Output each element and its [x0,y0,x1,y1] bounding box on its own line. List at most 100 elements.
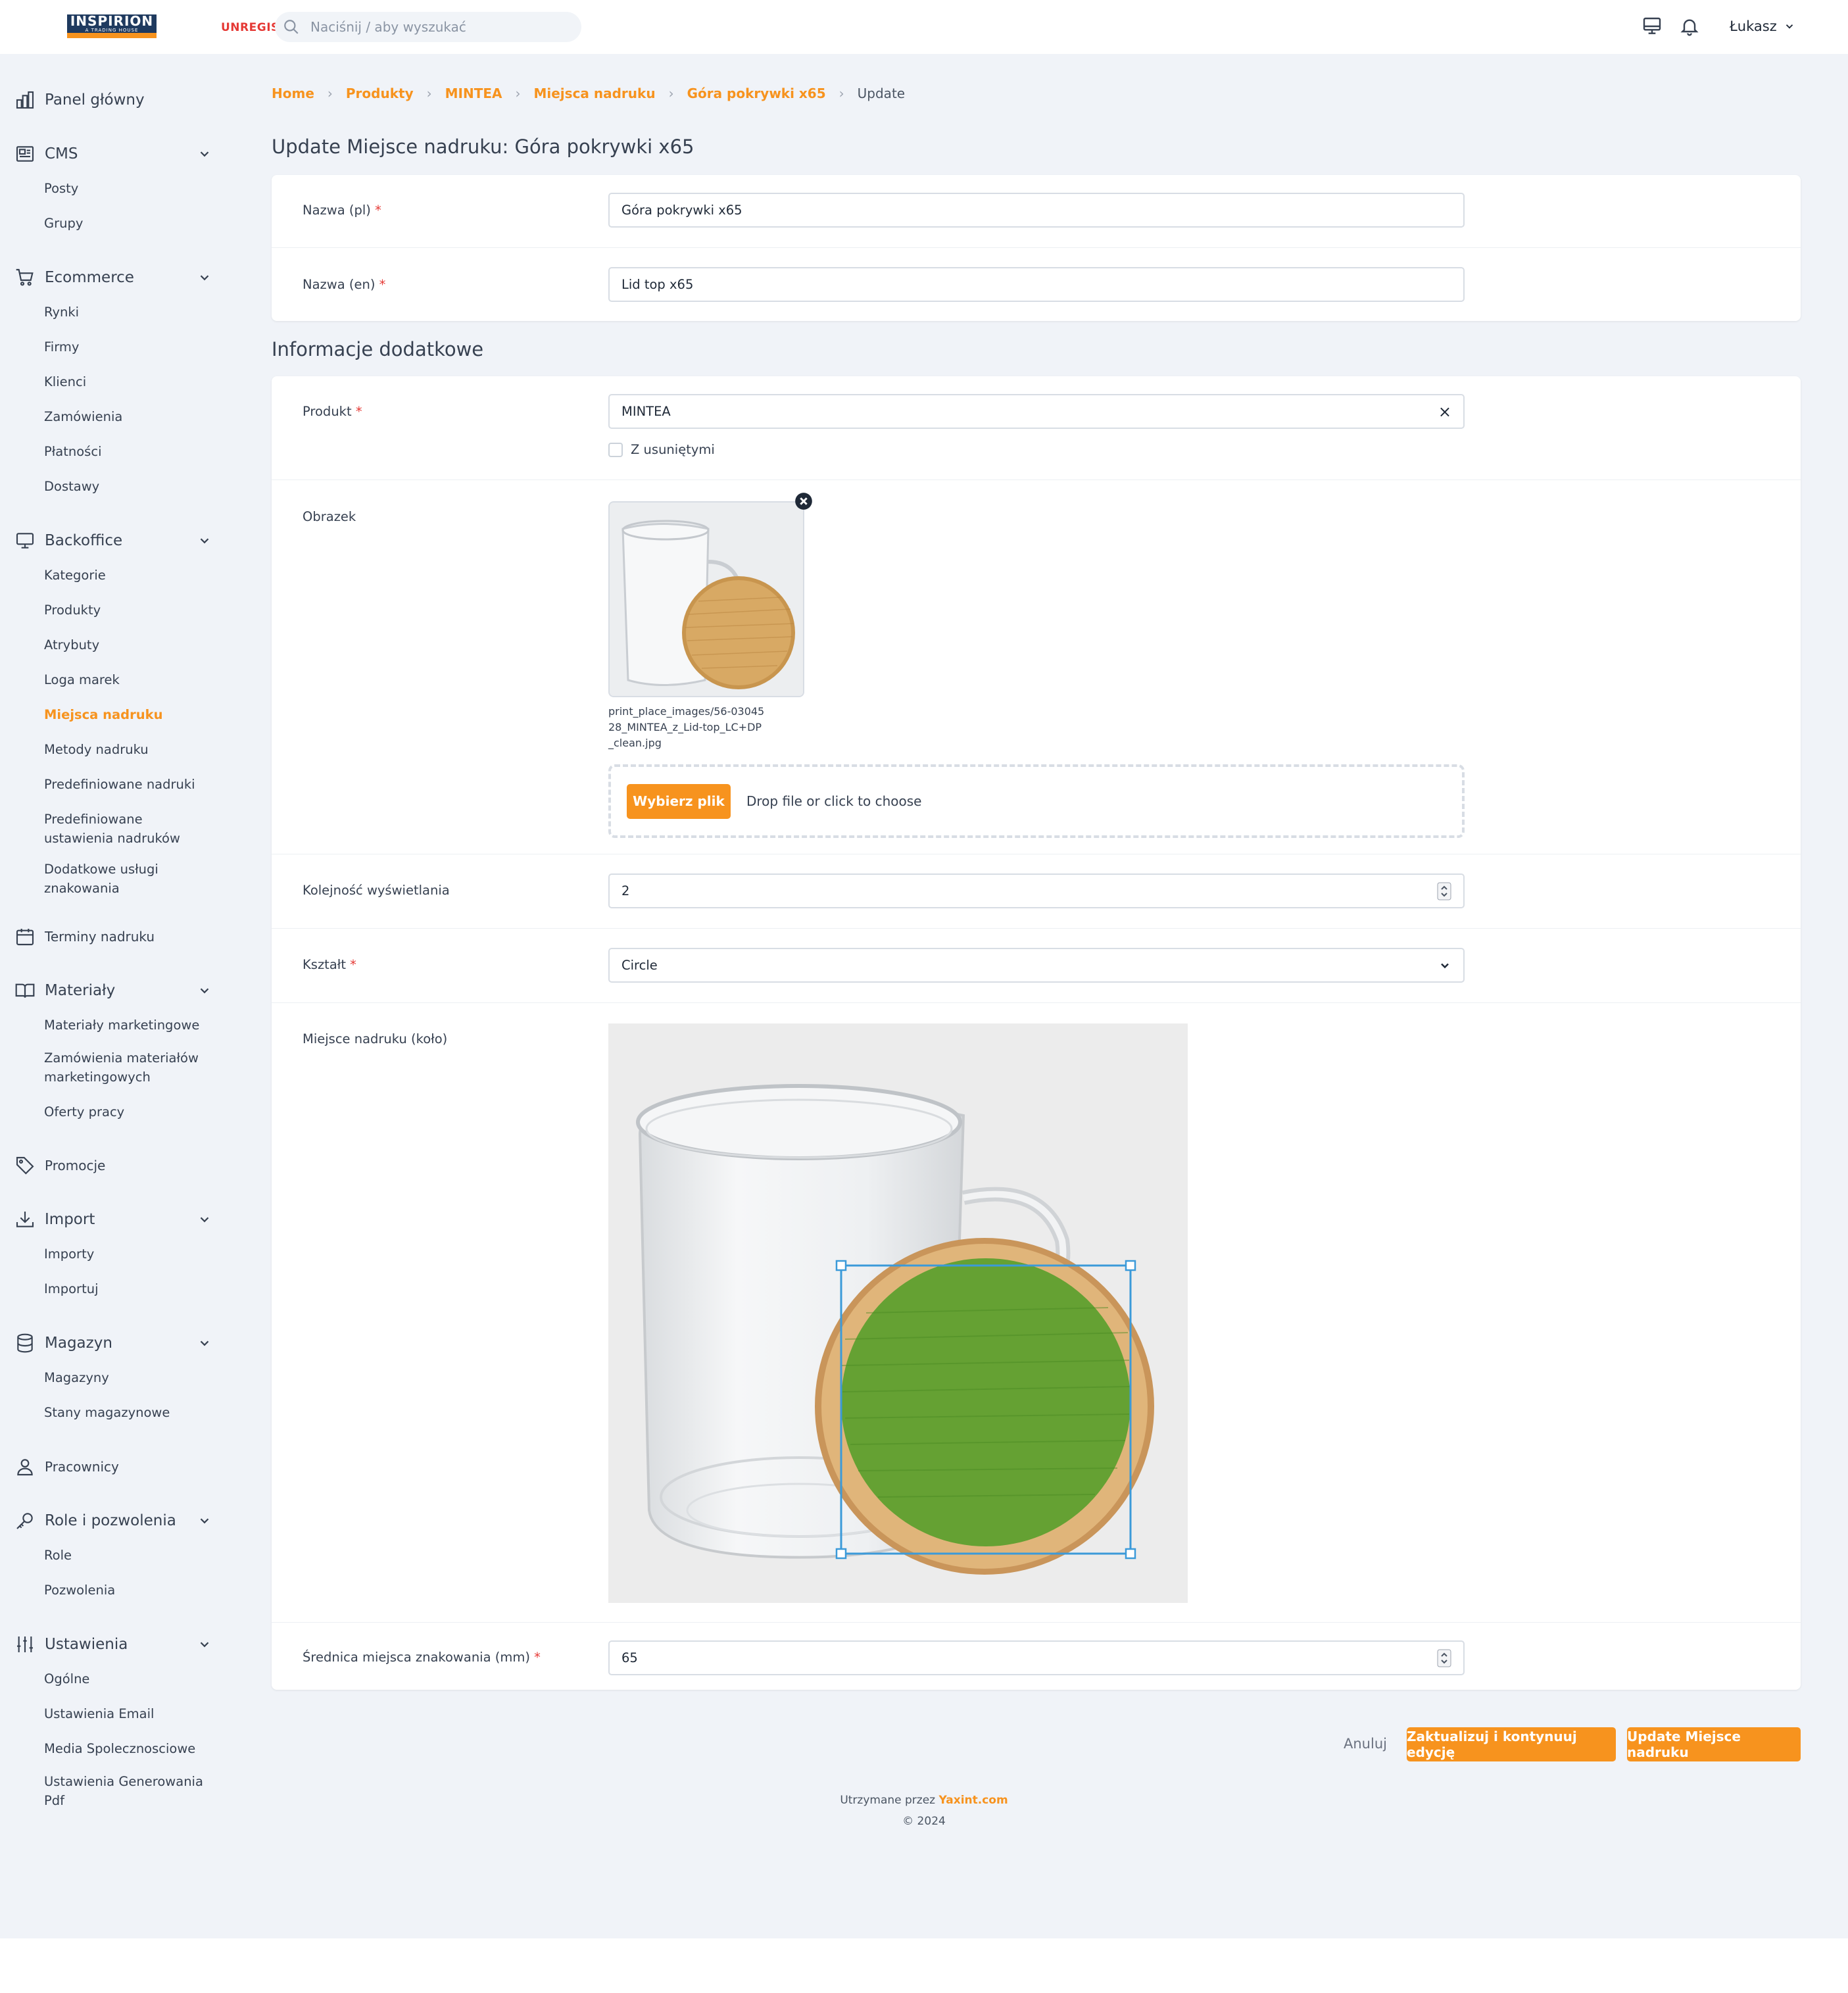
breadcrumb-current: Update [857,86,906,101]
shape-select[interactable]: Circle [608,948,1465,983]
sidebar-item-predefiniowane-nadruki[interactable]: Predefiniowane nadruki [44,775,208,794]
sidebar-item-pozwolenia[interactable]: Pozwolenia [44,1581,208,1600]
chevron-down-icon [1786,24,1793,29]
sidebar-item-terminy-nadruku[interactable]: Terminy nadruku [14,923,212,950]
sidebar-item-loga-marek[interactable]: Loga marek [44,670,208,689]
divider [272,928,1801,929]
chevron-right-icon: › [668,86,674,101]
divider [272,247,1801,248]
top-bar: INSPIRION A TRADING HOUSE UNREGIS Naciśn… [0,0,1848,54]
breadcrumb-product[interactable]: MINTEA [445,86,502,101]
name-en-input[interactable]: Lid top x65 [608,267,1465,302]
update-button[interactable]: Update Miejsce nadruku [1627,1727,1801,1761]
name-pl-input[interactable]: Góra pokrywki x65 [608,193,1465,228]
sidebar-item-role[interactable]: Role [44,1546,208,1565]
sidebar-item-zamowienia[interactable]: Zamówienia [44,407,208,426]
sidebar-item-miejsca-nadruku[interactable]: Miejsca nadruku [44,705,208,724]
sidebar-item-materialy-marketingowe[interactable]: Materiały marketingowe [44,1016,208,1035]
sidebar-item-ogolne[interactable]: Ogólne [44,1669,208,1688]
image-filename: print_place_images/56-0304528_MINTEA_z_L… [608,705,765,749]
bar-chart-icon [16,91,34,109]
sidebar-item-metody-nadruku[interactable]: Metody nadruku [44,740,208,759]
breadcrumb-miejsca-nadruku[interactable]: Miejsca nadruku [533,86,655,101]
sidebar-item-posty[interactable]: Posty [44,179,208,198]
names-card: Nazwa (pl) * Góra pokrywki x65 Nazwa (en… [272,175,1801,321]
cancel-button[interactable]: Anuluj [1344,1736,1387,1752]
sidebar-item-stany-magazynowe[interactable]: Stany magazynowe [44,1403,208,1422]
file-dropzone[interactable]: Wybierz plik Drop file or click to choos… [608,764,1465,838]
with-deleted-checkbox[interactable]: Z usuniętymi [608,442,715,457]
image-label: Obrazek [303,509,356,524]
sidebar-group-ustawienia[interactable]: Ustawienia [14,1631,212,1658]
checkbox-label: Z usuniętymi [631,442,715,457]
resize-handle[interactable] [1125,1548,1136,1560]
remove-image-icon[interactable] [794,492,813,510]
print-area-editor[interactable] [608,1023,1188,1603]
sidebar-item-zamowienia-materialow[interactable]: Zamówienia materiałów marketingowych [44,1048,202,1087]
breadcrumb-produkty[interactable]: Produkty [346,86,414,101]
resize-handle[interactable] [835,1548,847,1560]
resize-handle[interactable] [1125,1260,1136,1271]
footer-copyright: © 2024 [902,1815,946,1828]
product-select[interactable]: MINTEA × [608,394,1465,429]
newspaper-icon [16,146,34,162]
mug-thumbnail-image [610,503,803,696]
sidebar-item-firmy[interactable]: Firmy [44,337,208,357]
sidebar-item-predefiniowane-ustawienia[interactable]: Predefiniowane ustawienia nadruków [44,810,195,848]
print-area-label: Miejsce nadruku (koło) [303,1031,448,1046]
inspirion-logo[interactable]: INSPIRION A TRADING HOUSE [67,14,157,38]
stepper-icon[interactable] [1437,1642,1451,1674]
sidebar-group-label: Ecommerce [45,269,134,286]
checkbox-box[interactable] [608,442,623,457]
chevron-down-icon [200,1217,209,1223]
breadcrumb-home[interactable]: Home [272,86,314,101]
display-order-input[interactable]: 2 [608,873,1465,908]
monitor-icon[interactable] [1641,16,1663,37]
sidebar-item-promocje[interactable]: Promocje [14,1152,212,1179]
sidebar-group-ecommerce[interactable]: Ecommerce [14,264,212,291]
sidebar-item-produkty[interactable]: Produkty [44,601,208,620]
sidebar-group-backoffice[interactable]: Backoffice [14,528,212,554]
update-continue-button[interactable]: Zaktualizuj i kontynuuj edycję [1407,1727,1616,1761]
sidebar-item-pracownicy[interactable]: Pracownicy [14,1454,212,1480]
logo-subtext: A TRADING HOUSE [85,28,139,33]
user-menu[interactable]: Łukasz [1730,18,1795,34]
breadcrumb-print-place[interactable]: Góra pokrywki x65 [687,86,826,101]
sidebar-item-ustawienia-email[interactable]: Ustawienia Email [44,1704,208,1723]
resize-handle[interactable] [835,1260,847,1271]
sidebar-item-oferty-pracy[interactable]: Oferty pracy [44,1102,208,1121]
clear-icon[interactable]: × [1438,395,1451,428]
sidebar-item-importuj[interactable]: Importuj [44,1279,208,1298]
stepper-icon[interactable] [1437,875,1451,907]
choose-file-button[interactable]: Wybierz plik [627,783,731,819]
sidebar-group-cms[interactable]: CMS [14,141,212,167]
sidebar-item-dodatkowe-uslugi[interactable]: Dodatkowe usługi znakowania [44,860,176,898]
sidebar-item-dostawy[interactable]: Dostawy [44,477,208,496]
sidebar-item-dashboard[interactable]: Panel główny [14,87,212,113]
sidebar-group-role[interactable]: Role i pozwolenia [14,1508,212,1534]
chevron-down-icon [200,1341,209,1346]
sidebar-item-platnosci[interactable]: Płatności [44,442,208,461]
footer-brand-link[interactable]: Yaxint.com [939,1794,1008,1807]
chevron-right-icon: › [515,86,521,101]
unregistered-badge: UNREGIS [221,21,280,34]
sidebar-group-import[interactable]: Import [14,1206,212,1233]
sidebar-item-atrybuty[interactable]: Atrybuty [44,635,208,654]
chevron-down-icon [200,1518,209,1524]
sidebar-item-media-spolecznosciowe[interactable]: Media Spolecznosciowe [44,1739,208,1758]
sidebar-item-kategorie[interactable]: Kategorie [44,566,208,585]
product-label: Produkt * [303,404,362,419]
sidebar-item-magazyny[interactable]: Magazyny [44,1368,208,1387]
sidebar-group-materialy[interactable]: Materiały [14,977,212,1004]
page-title: Update Miejsce nadruku: Góra pokrywki x6… [272,135,694,158]
search-input[interactable]: Naciśnij / aby wyszukać [275,12,581,42]
diameter-input[interactable]: 65 [608,1640,1465,1675]
sidebar-group-magazyn[interactable]: Magazyn [14,1330,212,1356]
sidebar-item-grupy[interactable]: Grupy [44,214,208,233]
sidebar-item-rynki[interactable]: Rynki [44,303,208,322]
chevron-right-icon: › [839,86,844,101]
bell-icon[interactable] [1679,16,1700,37]
sidebar-item-klienci[interactable]: Klienci [44,372,208,391]
search-icon [284,20,299,34]
sidebar-item-importy[interactable]: Importy [44,1244,208,1264]
